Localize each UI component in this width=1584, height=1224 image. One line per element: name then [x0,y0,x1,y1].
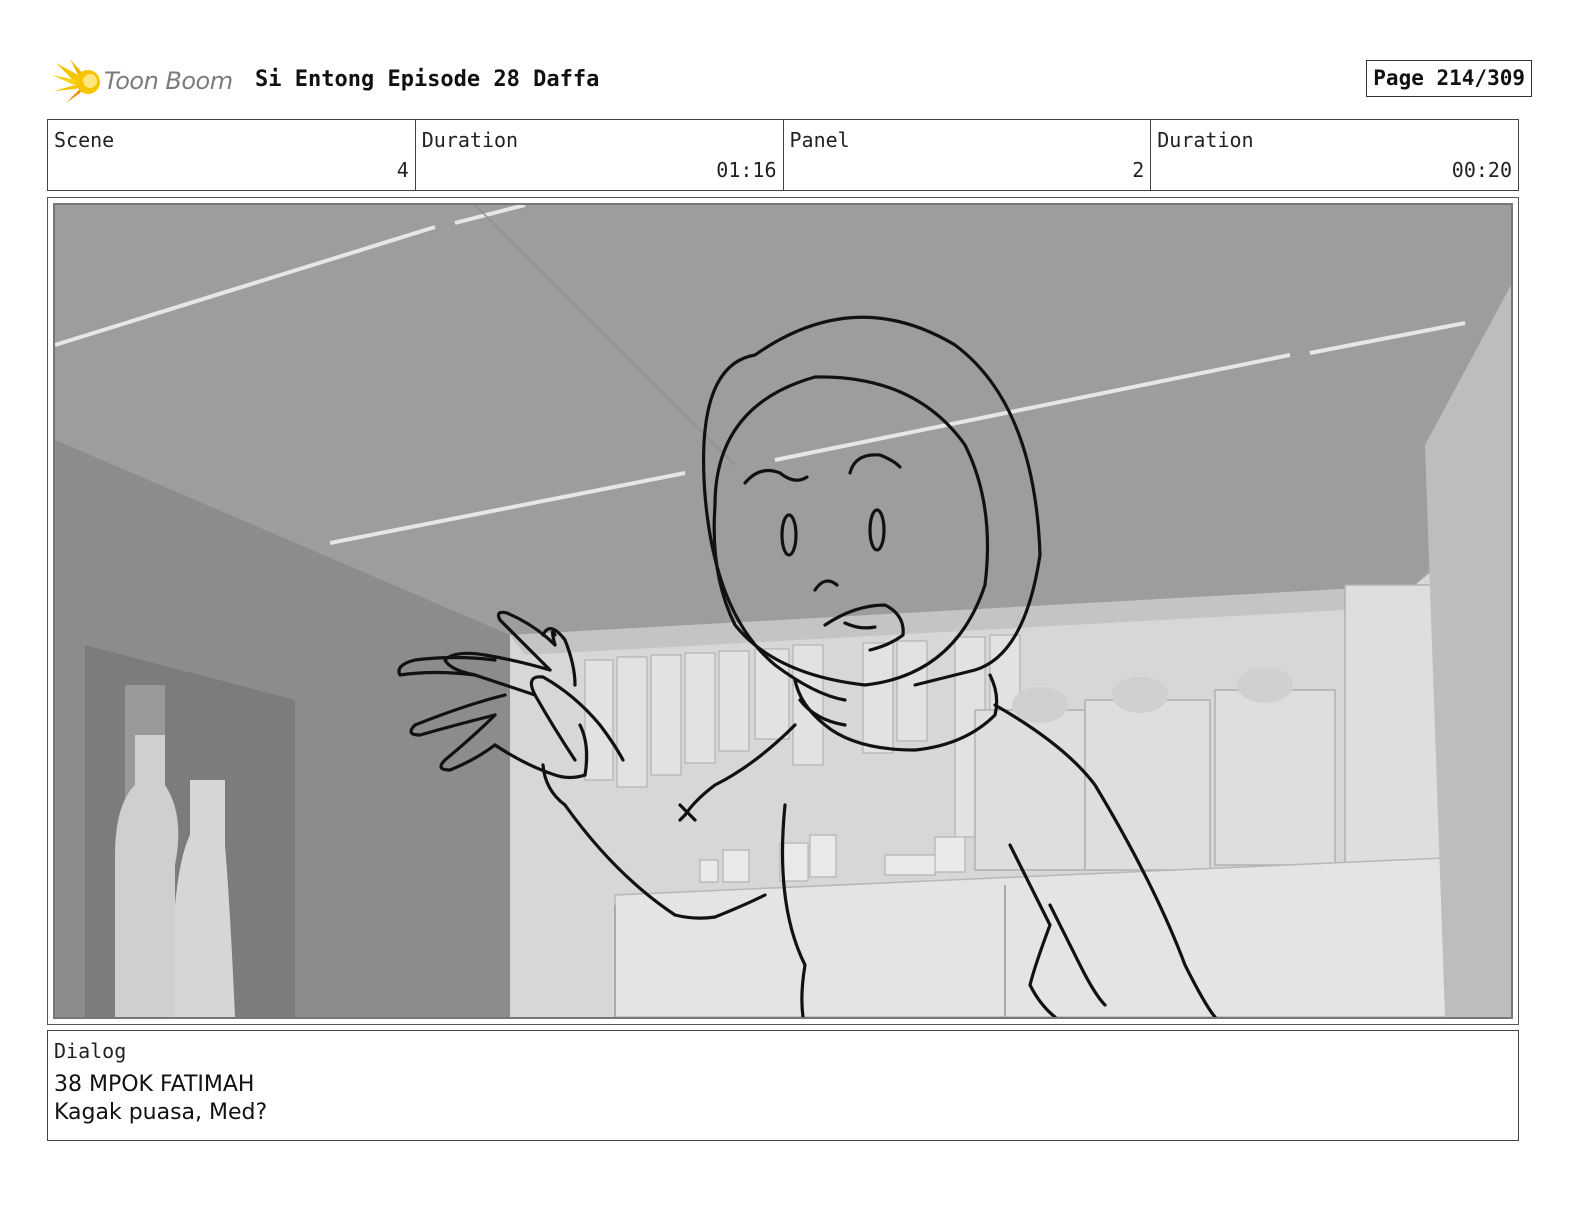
dialog-box: Dialog 38 MPOK FATIMAH Kagak puasa, Med? [47,1030,1519,1141]
scene-duration-value: 01:16 [716,158,777,182]
dialog-text: 38 MPOK FATIMAH Kagak puasa, Med? [54,1071,267,1127]
panel-cell: Panel 2 [784,120,1152,190]
scene-duration-cell: Duration 01:16 [416,120,784,190]
panel-artwork [53,203,1513,1019]
scene-cell: Scene 4 [48,120,416,190]
page-header: Toon Boom Si Entong Episode 28 Daffa Pag… [52,55,1532,105]
toon-boom-logo: Toon Boom [52,57,242,107]
scene-info-row: Scene 4 Duration 01:16 Panel 2 Duration … [47,119,1519,191]
scene-label: Scene [54,128,115,152]
starburst-icon [52,59,100,103]
storyboard-panel [47,197,1519,1025]
panel-duration-cell: Duration 00:20 [1151,120,1518,190]
page-indicator: Page 214/309 [1366,60,1532,97]
scene-duration-label: Duration [421,128,519,152]
dialog-speaker-line: 38 MPOK FATIMAH [54,1072,255,1097]
logo-wordmark: Toon Boom [104,67,233,95]
panel-label: Panel [789,128,850,152]
panel-duration-value: 00:20 [1451,158,1512,182]
panel-drawing [55,205,1511,1017]
dialog-speech-line: Kagak puasa, Med? [54,1100,268,1125]
panel-value: 2 [1132,158,1145,182]
dialog-label: Dialog [54,1039,127,1063]
scene-value: 4 [396,158,409,182]
panel-duration-label: Duration [1157,128,1254,152]
project-title: Si Entong Episode 28 Daffa [255,67,600,92]
